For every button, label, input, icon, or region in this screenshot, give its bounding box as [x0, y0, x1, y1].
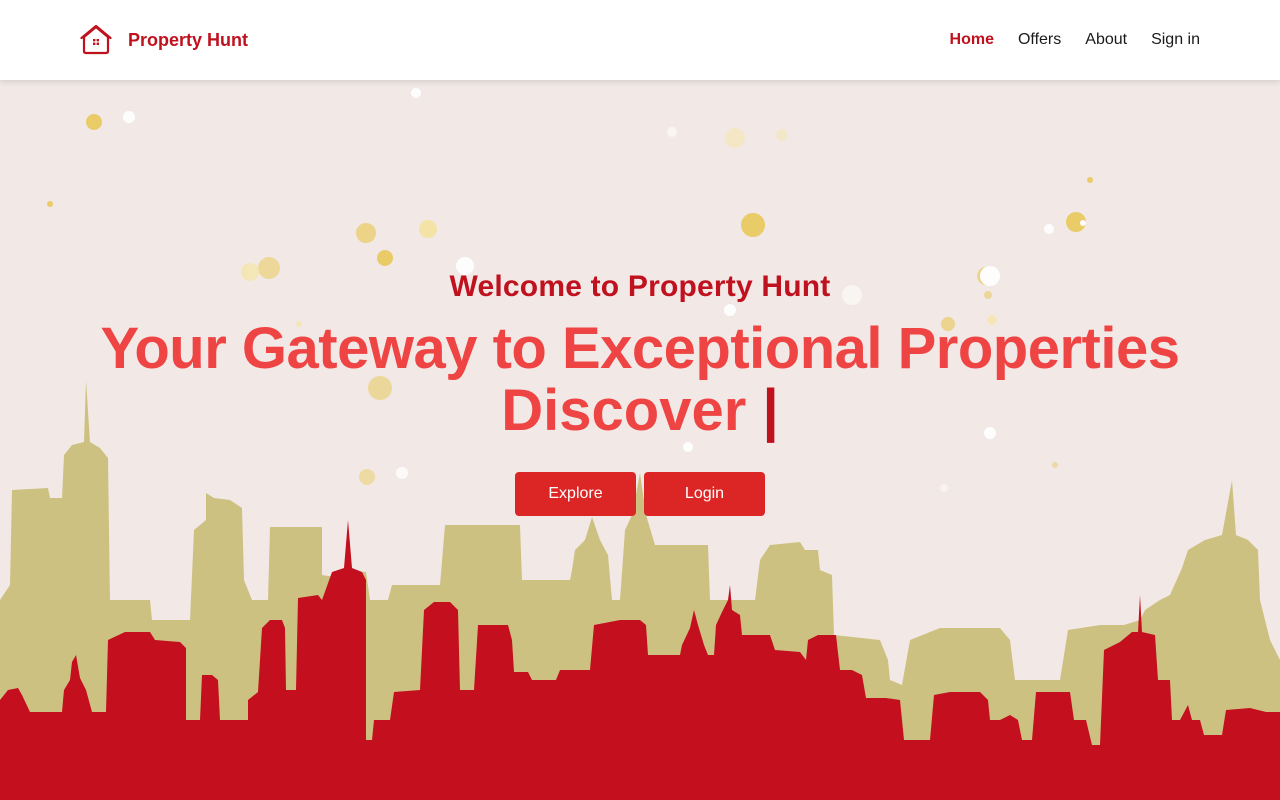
- hero-section: Welcome to Property Hunt Your Gateway to…: [0, 80, 1280, 800]
- typing-cursor: |: [762, 378, 779, 443]
- nav-links: Home Offers About Sign in: [926, 0, 1200, 80]
- hero-headline: Your Gateway to Exceptional Properties: [100, 316, 1180, 381]
- hero-buttons: Explore Login: [0, 472, 1280, 516]
- house-icon: [80, 24, 112, 56]
- typed-line: Discover |: [0, 380, 1280, 442]
- welcome-heading: Welcome to Property Hunt: [449, 270, 831, 303]
- login-button[interactable]: Login: [644, 472, 765, 516]
- explore-button[interactable]: Explore: [515, 472, 636, 516]
- brand-link[interactable]: Property Hunt: [80, 24, 248, 56]
- navbar: Property Hunt Home Offers About Sign in: [0, 0, 1280, 80]
- nav-link-home[interactable]: Home: [950, 31, 994, 49]
- typed-word: Discover: [501, 378, 747, 443]
- nav-link-sign-in[interactable]: Sign in: [1151, 31, 1200, 49]
- nav-link-about[interactable]: About: [1085, 31, 1127, 49]
- brand-name: Property Hunt: [128, 29, 249, 50]
- hero-content: Welcome to Property Hunt Your Gateway to…: [0, 270, 1280, 516]
- nav-link-offers[interactable]: Offers: [1018, 31, 1061, 49]
